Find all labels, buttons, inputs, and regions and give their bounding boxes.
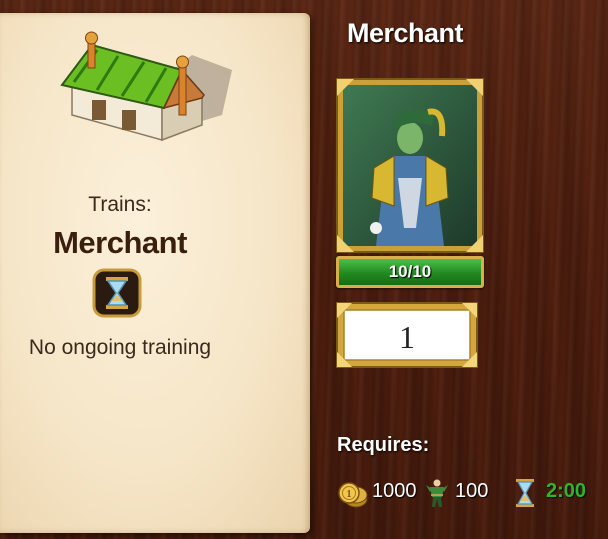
requires-label: Requires: <box>337 434 430 456</box>
training-time: 2:00 <box>546 480 587 502</box>
hourglass-icon <box>92 268 142 318</box>
population-cost: 100 <box>455 480 489 502</box>
gold-coins-icon: 1 <box>338 482 368 508</box>
unit-name: Merchant <box>53 225 187 260</box>
unit-title: Merchant <box>347 18 464 48</box>
hourglass-icon <box>516 479 534 507</box>
training-status-text: No ongoing training <box>28 336 212 359</box>
quantity-input[interactable]: 1 <box>346 312 468 362</box>
svg-text:1: 1 <box>347 489 352 500</box>
trains-label: Trains: <box>88 193 152 216</box>
unit-count-text: 10/10 <box>388 262 432 281</box>
population-icon <box>426 479 448 507</box>
unit-portrait[interactable] <box>336 78 484 253</box>
unit-count-bar: 10/10 <box>336 256 484 288</box>
gold-cost: 1000 <box>372 480 417 502</box>
merchant-building-icon <box>60 31 232 142</box>
